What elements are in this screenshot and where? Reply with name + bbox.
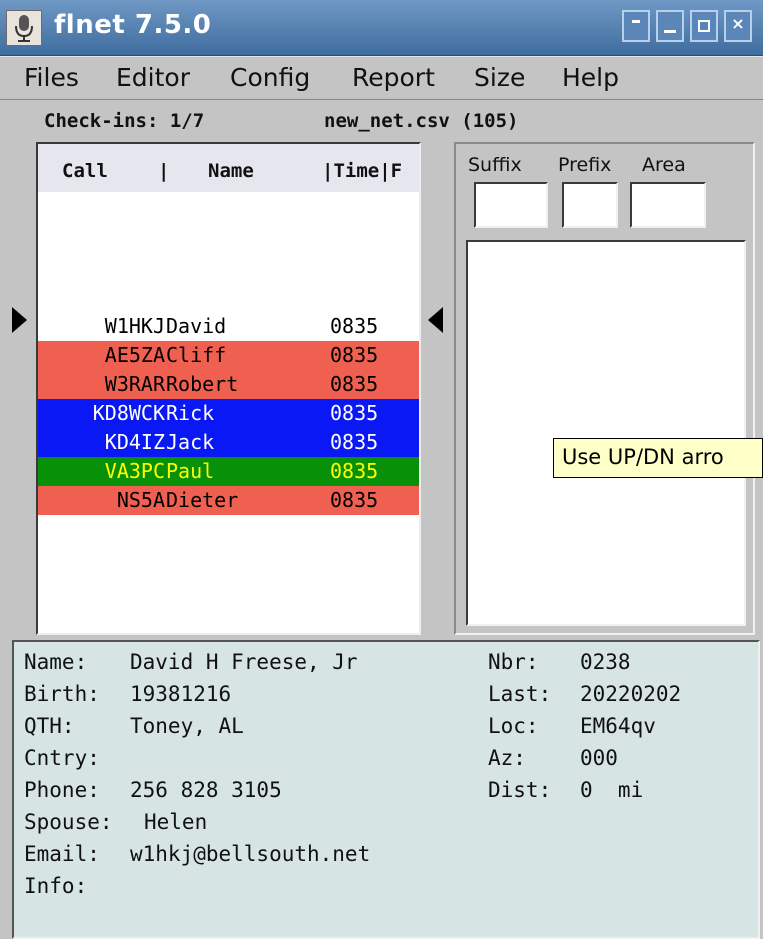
table-row[interactable]: KD4IZ Jack 0835	[38, 428, 419, 457]
suffix-input[interactable]	[474, 182, 548, 228]
row-time: 0835	[330, 430, 379, 454]
menu-help[interactable]: Help	[562, 63, 619, 92]
row-name: Dieter	[166, 488, 239, 512]
row-name: Cliff	[166, 343, 227, 367]
table-row[interactable]: W3RAR Robert 0835	[38, 370, 419, 399]
detail-qth: Toney, AL	[130, 714, 244, 738]
detail-spouse-label: Spouse:	[24, 810, 113, 834]
row-name: Robert	[166, 372, 239, 396]
row-call: W3RAR	[104, 372, 165, 396]
checkins-count: Check-ins: 1/7	[44, 110, 205, 132]
window-menu-button[interactable]	[622, 10, 650, 42]
microphone-icon[interactable]	[6, 10, 42, 46]
tooltip: Use UP/DN arro	[553, 438, 763, 478]
maximize-button[interactable]	[690, 10, 718, 42]
detail-birth: 19381216	[130, 682, 232, 706]
detail-birth-label: Birth:	[24, 682, 100, 706]
row-call: NS5A	[116, 488, 165, 512]
net-file-name: new_net.csv (105)	[324, 110, 519, 132]
table-row[interactable]: AE5ZA Cliff 0835	[38, 341, 419, 370]
row-time: 0835	[330, 459, 379, 483]
search-results-list[interactable]	[466, 240, 746, 626]
row-time: 0835	[330, 488, 379, 512]
minimize-button[interactable]	[656, 10, 684, 42]
operator-details: Name: David H Freese, Jr Birth: 19381216…	[12, 640, 760, 939]
menu-files[interactable]: Files	[24, 63, 79, 92]
row-time: 0835	[330, 314, 379, 338]
detail-cntry-label: Cntry:	[24, 746, 100, 770]
detail-email: w1hkj@bellsouth.net	[130, 842, 371, 866]
detail-nbr: 0238	[580, 650, 631, 674]
detail-email-label: Email:	[24, 842, 100, 866]
row-time: 0835	[330, 372, 379, 396]
detail-info-label: Info:	[24, 874, 88, 898]
detail-dist: 0 mi	[580, 778, 644, 802]
selection-pointer-right-icon	[428, 307, 443, 333]
table-row[interactable]: NS5A Dieter 0835	[38, 486, 419, 515]
header-call: Call	[62, 160, 108, 182]
menu-bar: Files Editor Config Report Size Help	[0, 56, 763, 100]
menu-config[interactable]: Config	[230, 63, 310, 92]
row-time: 0835	[330, 343, 379, 367]
menu-editor[interactable]: Editor	[116, 63, 190, 92]
detail-last: 20220202	[580, 682, 682, 706]
row-name: Jack	[166, 430, 215, 454]
detail-az-label: Az:	[488, 746, 526, 770]
row-call: KD8WCK	[92, 401, 165, 425]
area-label: Area	[642, 154, 686, 176]
row-call: AE5ZA	[104, 343, 165, 367]
menu-report[interactable]: Report	[352, 63, 435, 92]
row-call: VA3PC	[104, 459, 165, 483]
selection-pointer-icon	[12, 307, 27, 333]
title-bar[interactable]: flnet 7.5.0 ×	[0, 0, 763, 56]
prefix-input[interactable]	[562, 182, 618, 228]
menu-size[interactable]: Size	[474, 63, 525, 92]
detail-last-label: Last:	[488, 682, 552, 706]
suffix-label: Suffix	[468, 154, 522, 176]
detail-qth-label: QTH:	[24, 714, 75, 738]
header-name: Name	[208, 160, 254, 182]
prefix-label: Prefix	[558, 154, 612, 176]
row-time: 0835	[330, 401, 379, 425]
row-call: W1HKJ	[104, 314, 165, 338]
detail-loc-label: Loc:	[488, 714, 539, 738]
detail-phone-label: Phone:	[24, 778, 100, 802]
detail-name: David H Freese, Jr	[130, 650, 358, 674]
detail-loc: EM64qv	[580, 714, 656, 738]
row-name: Rick	[166, 401, 215, 425]
row-name: Paul	[166, 459, 215, 483]
header-time: |Time|F	[322, 160, 403, 182]
detail-dist-label: Dist:	[488, 778, 552, 802]
table-row[interactable]: KD8WCK Rick 0835	[38, 399, 419, 428]
close-button[interactable]: ×	[724, 10, 752, 42]
table-row[interactable]: VA3PC Paul 0835	[38, 457, 419, 486]
microphone-icon-graphic	[15, 15, 33, 42]
checkin-list[interactable]: Call | Name |Time|F W1HKJ David 0835 AE5ZA C…	[36, 142, 421, 635]
detail-az: 000	[580, 746, 618, 770]
header-separator: |	[158, 160, 170, 182]
table-row[interactable]: W1HKJ David 0835	[38, 312, 419, 341]
area-input[interactable]	[630, 182, 706, 228]
detail-spouse: Helen	[144, 810, 208, 834]
detail-nbr-label: Nbr:	[488, 650, 539, 674]
detail-phone: 256 828 3105	[130, 778, 282, 802]
search-panel: Suffix Prefix Area	[454, 142, 755, 635]
window-title: flnet 7.5.0	[54, 10, 212, 40]
list-header: Call | Name |Time|F	[38, 144, 419, 192]
row-call: KD4IZ	[104, 430, 165, 454]
detail-name-label: Name:	[24, 650, 88, 674]
row-name: David	[166, 314, 227, 338]
